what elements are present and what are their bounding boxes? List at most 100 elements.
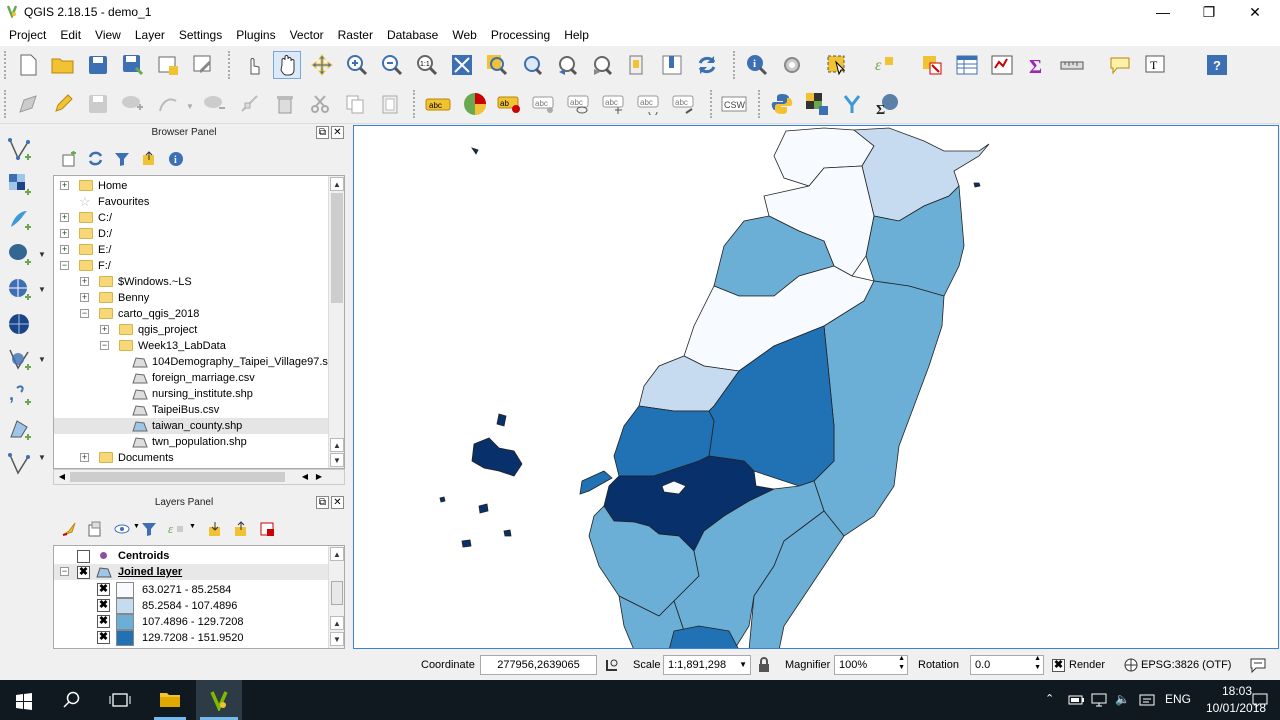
scroll-up-icon[interactable]: ▲	[330, 616, 344, 630]
island-polygon[interactable]	[496, 413, 507, 427]
scroll-up-icon[interactable]: ▲	[330, 438, 344, 452]
select-features-icon[interactable]	[823, 51, 851, 79]
deselect-all-icon[interactable]	[918, 51, 946, 79]
crs-label[interactable]: EPSG:3826 (OTF)	[1141, 659, 1231, 671]
layer-name[interactable]: Joined layer	[118, 564, 182, 580]
browser-hscrollbar[interactable]: ◀ ◀ ▶	[53, 469, 345, 485]
task-view-icon[interactable]	[109, 691, 131, 709]
menu-web[interactable]: Web	[445, 25, 483, 45]
taskbar-file-explorer[interactable]	[150, 680, 190, 720]
preview-labels-icon[interactable]: abc	[566, 90, 594, 118]
expand-icon[interactable]: +	[100, 325, 109, 334]
menu-vector[interactable]: Vector	[283, 25, 331, 45]
composer-manager-icon[interactable]	[189, 51, 217, 79]
expand-icon[interactable]: +	[60, 245, 69, 254]
expand-icon[interactable]: +	[80, 453, 89, 462]
zoom-to-selection-icon[interactable]	[483, 51, 511, 79]
browser-item[interactable]: foreign_marriage.csv	[152, 370, 255, 386]
legend-class-checkbox[interactable]: ✖	[97, 631, 110, 644]
browser-item[interactable]: twn_population.shp	[152, 434, 247, 450]
spinner-arrows-icon[interactable]: ▲ ▼	[1034, 654, 1041, 672]
info-icon[interactable]: i	[168, 151, 184, 167]
touch-zoom-pan-icon[interactable]	[239, 51, 267, 79]
lock-icon[interactable]	[757, 657, 771, 673]
legend-class-checkbox[interactable]: ✖	[97, 583, 110, 596]
dropdown-arrow-icon[interactable]: ▼	[189, 523, 196, 530]
cut-features-icon[interactable]	[306, 90, 334, 118]
collapse-all-icon[interactable]	[233, 521, 249, 537]
tray-expand-icon[interactable]: ⌃	[1045, 692, 1054, 705]
rotate-label-icon[interactable]: abc	[636, 90, 664, 118]
dropdown-arrow-icon[interactable]: ▼	[133, 523, 140, 530]
scale-combo[interactable]: 1:1,891,298 ▼	[663, 655, 751, 675]
notifications-icon[interactable]	[1251, 692, 1269, 708]
collapse-all-icon[interactable]	[141, 151, 157, 167]
hscroll-thumb[interactable]	[70, 472, 285, 482]
dropdown-arrow-icon[interactable]: ▼	[38, 453, 46, 462]
zoom-in-icon[interactable]	[343, 51, 371, 79]
save-edits-icon[interactable]	[84, 90, 112, 118]
manage-visibility-icon[interactable]	[114, 522, 132, 536]
expand-icon[interactable]: +	[60, 229, 69, 238]
island-polygon[interactable]	[471, 437, 523, 477]
search-icon[interactable]	[63, 691, 81, 709]
add-postgis-layer-icon[interactable]	[6, 241, 34, 269]
text-annotation-icon[interactable]: T	[1141, 51, 1169, 79]
zoom-to-layer-icon[interactable]	[518, 51, 546, 79]
filter-legend-icon[interactable]	[141, 521, 157, 537]
scroll-up-icon[interactable]: ▲	[330, 547, 344, 561]
menu-settings[interactable]: Settings	[172, 25, 229, 45]
add-circular-string-icon[interactable]	[154, 90, 182, 118]
menu-database[interactable]: Database	[380, 25, 445, 45]
clock-time[interactable]: 18:03	[1222, 684, 1252, 698]
python-console-icon[interactable]	[768, 90, 796, 118]
browser-item[interactable]: Home	[98, 178, 127, 194]
add-spatialite-layer-icon[interactable]	[6, 206, 34, 234]
pan-map-icon[interactable]	[273, 51, 301, 79]
dropdown-arrow-icon[interactable]: ▼	[739, 656, 747, 674]
county-polygon[interactable]	[579, 470, 613, 495]
battery-icon[interactable]	[1068, 692, 1084, 708]
move-label-icon[interactable]: abc	[601, 90, 629, 118]
toolbar-grip[interactable]	[733, 51, 737, 79]
browser-item[interactable]: Documents	[118, 450, 174, 466]
add-vector-layer-icon[interactable]	[6, 136, 34, 164]
zoom-full-icon[interactable]	[448, 51, 476, 79]
new-shapefile-layer-icon[interactable]	[6, 416, 34, 444]
collapse-icon[interactable]: −	[100, 341, 109, 350]
add-feature-icon[interactable]	[119, 90, 147, 118]
float-panel-button[interactable]: ⧉	[316, 126, 329, 139]
show-bookmarks-icon[interactable]	[658, 51, 686, 79]
layer-styling-icon[interactable]	[61, 521, 77, 537]
scroll-down-icon[interactable]: ▼	[330, 632, 344, 646]
close-panel-button[interactable]: ✕	[331, 126, 344, 139]
expand-icon[interactable]: +	[60, 213, 69, 222]
legend-class-checkbox[interactable]: ✖	[97, 615, 110, 628]
show-hide-labels-icon[interactable]: abc	[531, 90, 559, 118]
browser-item[interactable]: $Windows.~LS	[118, 274, 192, 290]
browser-item[interactable]: qgis_project	[138, 322, 197, 338]
toolbar-grip[interactable]	[4, 90, 8, 118]
new-print-composer-icon[interactable]	[154, 51, 182, 79]
pan-to-selection-icon[interactable]	[308, 51, 336, 79]
island-polygon[interactable]	[478, 503, 489, 514]
toolbar-grip[interactable]	[710, 90, 714, 118]
raster-calculator-icon[interactable]	[803, 90, 831, 118]
browser-item[interactable]: E:/	[98, 242, 111, 258]
island-polygon[interactable]	[461, 539, 472, 548]
island-polygon[interactable]	[973, 182, 981, 188]
browser-item[interactable]: F:/	[98, 258, 111, 274]
expand-icon[interactable]: +	[60, 181, 69, 190]
rotation-spinbox[interactable]: 0.0 ▲ ▼	[970, 655, 1044, 675]
taskbar-qgis[interactable]	[196, 680, 242, 720]
pin-labels-icon[interactable]: ab	[496, 90, 524, 118]
zoom-last-icon[interactable]	[553, 51, 581, 79]
add-wfs-layer-icon[interactable]	[6, 346, 34, 374]
field-calculator-icon[interactable]	[988, 51, 1016, 79]
close-panel-button[interactable]: ✕	[331, 496, 344, 509]
zoom-out-icon[interactable]	[378, 51, 406, 79]
add-selected-layer-icon[interactable]	[61, 151, 77, 167]
save-as-icon[interactable]	[119, 51, 147, 79]
menu-help[interactable]: Help	[557, 25, 596, 45]
browser-item[interactable]: carto_qgis_2018	[118, 306, 199, 322]
